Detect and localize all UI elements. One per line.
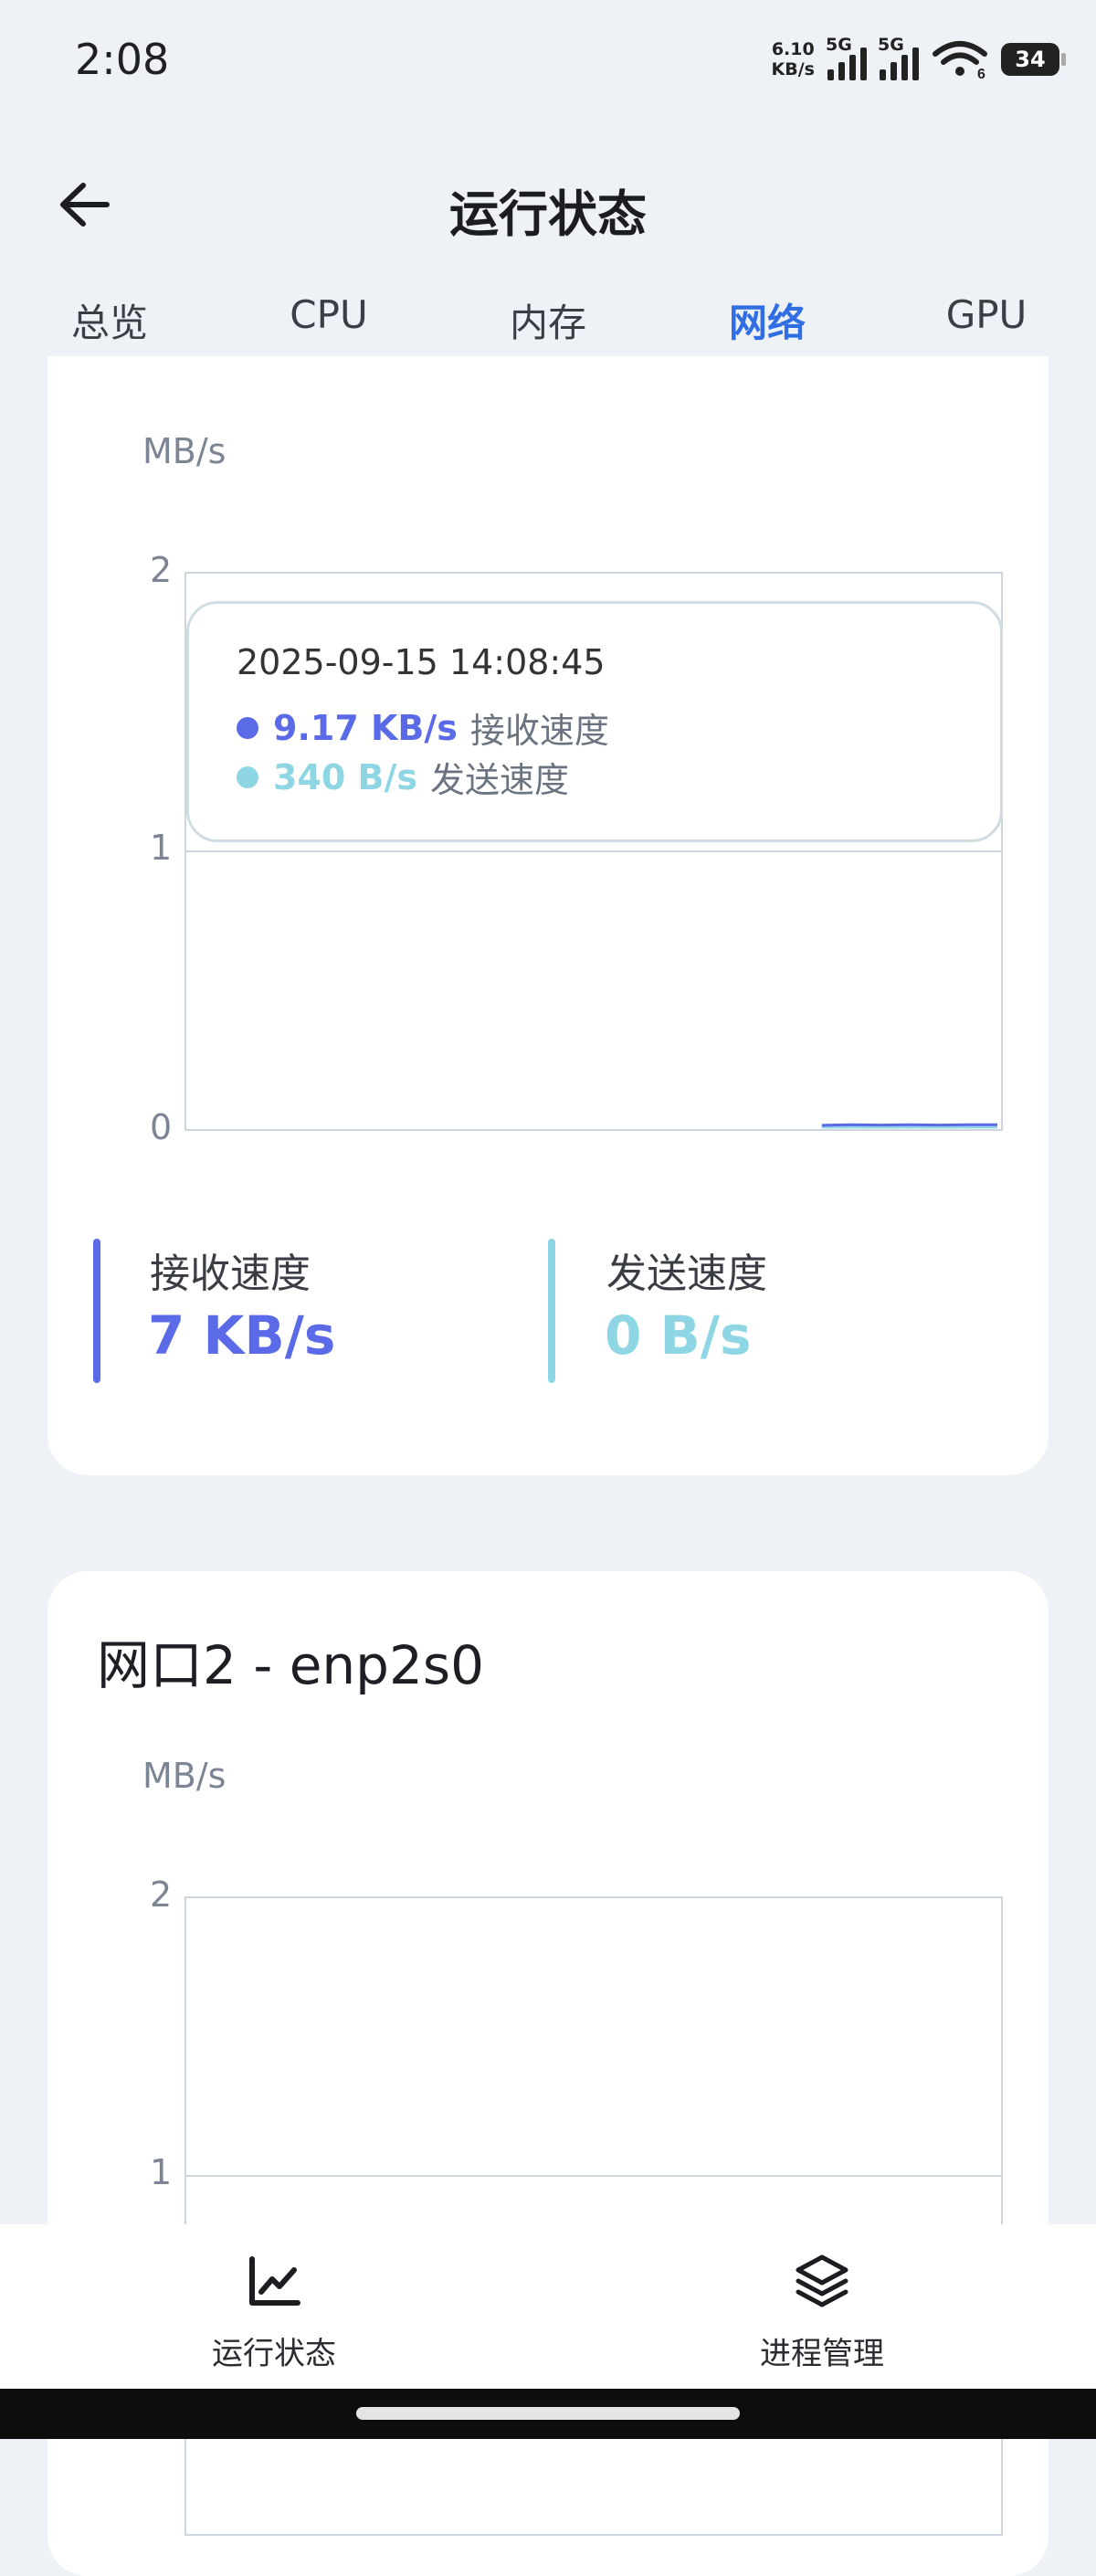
- status-icons: 6.10 KB/s 5G 5G 6 34: [772, 35, 1066, 82]
- card-title: 网口2 - enp2s0: [97, 1634, 484, 1696]
- tooltip-send-value: 340 B/s: [273, 756, 418, 797]
- page-title: 运行状态: [449, 185, 647, 243]
- chart-unit-label: MB/s: [142, 431, 227, 471]
- send-legend-dot: [237, 765, 258, 788]
- tooltip-send-label: 发送速度: [430, 760, 570, 800]
- network-card-1: MB/s 2 1 0 2025-09-15 14:08:45 9.17 KB/s…: [47, 356, 1049, 1475]
- battery-level: 34: [1015, 47, 1046, 72]
- gridline: [186, 2175, 1001, 2177]
- tab-gpu[interactable]: GPU: [946, 292, 1028, 337]
- home-indicator[interactable]: [356, 2407, 740, 2420]
- tooltip-row-send: 340 B/s 发送速度: [237, 752, 569, 802]
- nav-item-status[interactable]: 运行状态: [137, 2252, 411, 2373]
- tooltip-receive-label: 接收速度: [469, 711, 609, 751]
- tab-overview[interactable]: 总览: [71, 292, 148, 348]
- line-chart-icon: [249, 2256, 300, 2306]
- chart-tooltip: 2025-09-15 14:08:45 9.17 KB/s 接收速度 340 B…: [186, 601, 1003, 842]
- tooltip-row-receive: 9.17 KB/s 接收速度: [237, 702, 609, 753]
- nav-label: 进程管理: [760, 2336, 884, 2372]
- receive-speed-line: [821, 1123, 997, 1127]
- send-speed-value: 0 B/s: [605, 1304, 752, 1367]
- nav-label: 运行状态: [212, 2336, 336, 2372]
- y-tick-label: 1: [150, 828, 173, 868]
- y-tick-label: 1: [150, 2152, 173, 2192]
- receive-speed-value: 7 KB/s: [148, 1304, 336, 1367]
- receive-accent-bar: [93, 1239, 100, 1383]
- y-tick-label: 0: [150, 1107, 173, 1147]
- y-tick-label: 2: [150, 550, 173, 590]
- sim1-network-type: 5G: [826, 35, 852, 55]
- tab-cpu[interactable]: CPU: [290, 292, 367, 337]
- chart-unit-label: MB/s: [142, 1756, 227, 1796]
- network-speed-unit: KB/s: [771, 59, 815, 79]
- nav-item-processes[interactable]: 进程管理: [685, 2252, 959, 2373]
- bottom-navigation: 运行状态 进程管理: [0, 2224, 1096, 2389]
- send-speed-label: 发送速度: [606, 1251, 767, 1297]
- tooltip-timestamp: 2025-09-15 14:08:45: [237, 642, 606, 682]
- status-time: 2:08: [75, 35, 170, 84]
- wifi-badge: 6: [977, 67, 985, 79]
- tab-network[interactable]: 网络: [729, 292, 806, 348]
- signal-icon-sim2: 5G: [878, 35, 919, 80]
- network-speed-indicator: 6.10 KB/s: [772, 39, 815, 79]
- wifi-icon: 6: [933, 41, 987, 79]
- layers-icon: [796, 2254, 848, 2307]
- network-speed-value: 6.10: [771, 39, 815, 59]
- tooltip-receive-value: 9.17 KB/s: [273, 707, 458, 748]
- receive-speed-label: 接收速度: [150, 1251, 311, 1297]
- send-accent-bar: [548, 1239, 555, 1383]
- traffic-chart-2[interactable]: [184, 1896, 1003, 2536]
- receive-legend-dot: [237, 716, 258, 739]
- battery-icon: 34: [1001, 43, 1066, 76]
- tab-memory[interactable]: 内存: [510, 292, 586, 348]
- signal-icon-sim1: 5G: [826, 35, 867, 80]
- sim2-network-type: 5G: [878, 35, 904, 55]
- y-tick-label: 2: [150, 1874, 173, 1915]
